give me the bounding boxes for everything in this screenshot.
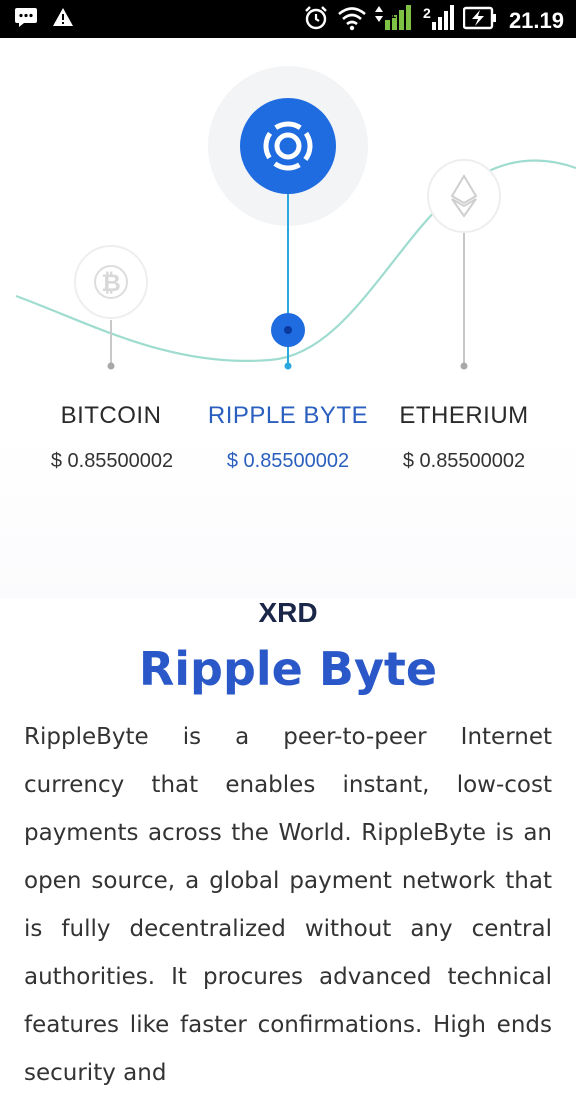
sim-2-signal-icon: 2 — [423, 4, 455, 37]
bitcoin-price: $ 0.85500002 — [50, 450, 174, 472]
coin-description: RippleByte is a peer-to-peer Internet cu… — [24, 724, 552, 1086]
wifi-icon — [337, 5, 367, 36]
status-bar: 1 2 21.19 — [0, 0, 576, 38]
status-clock: 21.19 — [508, 7, 564, 33]
svg-text:₿: ₿ — [101, 269, 121, 297]
ripple-byte-name[interactable]: RIPPLE BYTE — [198, 402, 378, 430]
ripple-byte-price: $ 0.85500002 — [226, 450, 350, 472]
bitcoin-coin[interactable]: ₿ — [74, 245, 148, 370]
coin-ticker: XRD — [258, 597, 318, 628]
ripple-byte-coin[interactable] — [208, 66, 368, 370]
ethereum-price: $ 0.85500002 — [402, 450, 526, 472]
ethereum-coin[interactable] — [427, 159, 501, 370]
coin-selector: ₿ BITCOIN RIPPLE BYTE ETHERIUM $ 0.85500… — [0, 38, 576, 598]
message-icon — [14, 6, 38, 32]
alarm-icon — [303, 5, 329, 36]
signal-icon: 1 — [374, 4, 415, 37]
coin-title: Ripple Byte — [138, 642, 438, 696]
bitcoin-name[interactable]: BITCOIN — [36, 402, 186, 430]
svg-text:1: 1 — [390, 9, 396, 21]
svg-text:2: 2 — [423, 5, 431, 21]
warning-icon — [52, 7, 74, 31]
coin-chart: ₿ — [15, 66, 576, 370]
ethereum-name[interactable]: ETHERIUM — [388, 402, 540, 430]
battery-charging-icon — [462, 6, 497, 35]
